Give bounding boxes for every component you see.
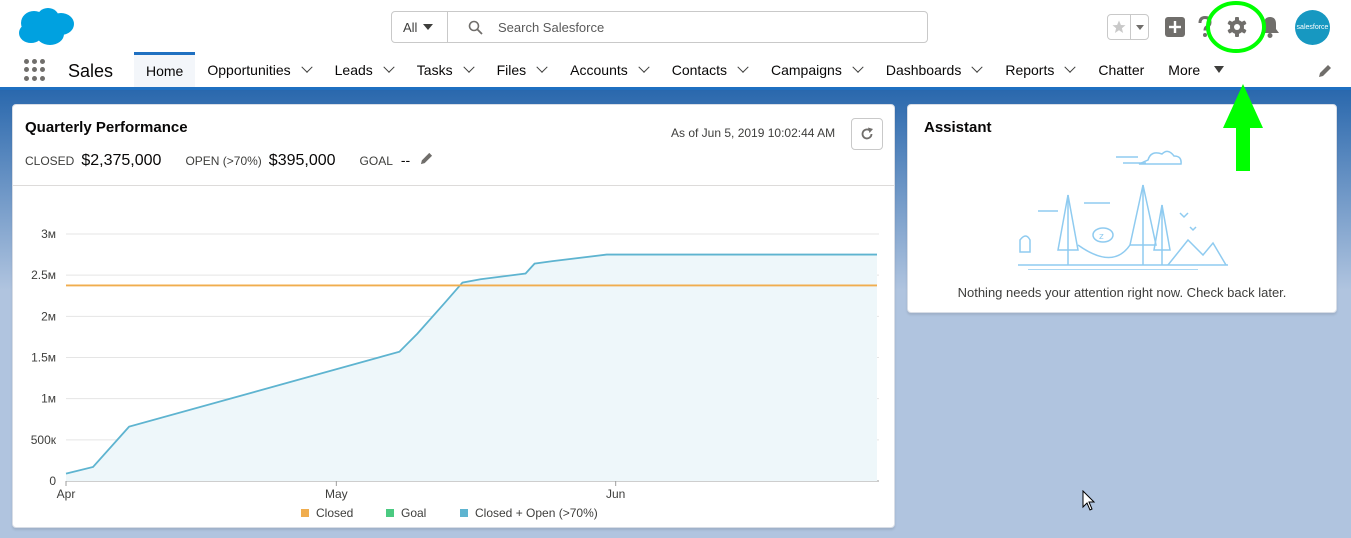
tab-label: Chatter — [1098, 61, 1145, 78]
chevron-down-icon[interactable] — [638, 61, 650, 73]
x-tick-label: Apr — [57, 487, 76, 501]
edit-nav-pencil-icon[interactable] — [1318, 64, 1332, 78]
y-tick-label: 2.5м — [31, 268, 56, 282]
global-add-icon[interactable] — [1164, 16, 1186, 38]
tab-files[interactable]: Files — [485, 52, 559, 87]
svg-text:z: z — [1099, 232, 1104, 242]
tab-label: Dashboards — [885, 61, 962, 78]
tab-label: Contacts — [671, 61, 727, 78]
assistant-title: Assistant — [924, 119, 992, 136]
chevron-down-icon[interactable] — [852, 61, 864, 73]
avatar-logo-text: salesforce — [1296, 24, 1329, 31]
legend-swatch — [460, 509, 468, 517]
y-tick-label: 1.5м — [31, 351, 56, 365]
chevron-down-icon[interactable] — [737, 61, 749, 73]
y-tick-label: 0 — [49, 474, 56, 488]
legend-swatch — [301, 509, 309, 517]
chevron-down-icon[interactable] — [1064, 61, 1077, 73]
search-input[interactable] — [498, 19, 878, 35]
tab-label: Opportunities — [207, 61, 291, 78]
closed-plus-open-area — [66, 254, 877, 481]
tab-label: Campaigns — [771, 61, 842, 78]
tab-accounts[interactable]: Accounts — [558, 52, 660, 87]
highlight-circle — [1206, 1, 1266, 53]
app-navigation-bar: Sales Home Opportunities Leads Tasks Fil… — [0, 52, 1351, 90]
tab-label: Leads — [334, 61, 373, 78]
tab-dashboards[interactable]: Dashboards — [874, 52, 994, 87]
search-scope-label: All — [403, 19, 418, 35]
user-avatar[interactable]: salesforce — [1295, 10, 1330, 45]
tab-contacts[interactable]: Contacts — [660, 52, 759, 87]
app-launcher-icon[interactable] — [24, 59, 46, 81]
chevron-down-icon[interactable] — [383, 61, 395, 73]
chevron-down-icon[interactable] — [971, 61, 983, 73]
tab-label: Tasks — [416, 61, 453, 78]
mouse-cursor-icon — [1082, 490, 1096, 511]
chevron-down-icon[interactable] — [462, 61, 475, 73]
y-tick-label: 500к — [31, 433, 57, 447]
y-tick-label: 2м — [41, 309, 56, 323]
global-search: All — [391, 11, 928, 43]
tab-opportunities[interactable]: Opportunities — [195, 52, 322, 87]
x-tick-label: May — [325, 487, 348, 501]
salesforce-logo[interactable] — [14, 6, 76, 48]
assistant-message: Nothing needs your attention right now. … — [957, 285, 1287, 300]
legend-label: Closed — [316, 506, 353, 520]
favorites-list-dropdown[interactable] — [1131, 15, 1148, 39]
annotation-arrow — [1223, 84, 1263, 171]
tab-campaigns[interactable]: Campaigns — [759, 52, 874, 87]
nav-tabs: Home Opportunities Leads Tasks Files Acc… — [134, 52, 1236, 87]
chevron-down-icon[interactable] — [300, 61, 313, 73]
tab-home[interactable]: Home — [134, 52, 196, 87]
highlight-annotation — [1206, 1, 1266, 171]
search-scope-dropdown[interactable]: All — [392, 12, 448, 42]
legend-swatch — [386, 509, 394, 517]
tab-tasks[interactable]: Tasks — [405, 52, 485, 87]
app-name: Sales — [68, 61, 114, 81]
tab-label: Reports — [1005, 61, 1055, 78]
tab-label: Accounts — [570, 61, 628, 78]
favorites-button-group — [1107, 14, 1149, 40]
tab-chatter[interactable]: Chatter — [1086, 52, 1156, 87]
performance-chart: 0 500к 1м 1.5м 2м 2.5м 3м Apr May Jun Closed Goal Cl… — [31, 227, 879, 520]
chevron-down-icon — [423, 24, 434, 30]
y-tick-label: 3м — [41, 227, 56, 241]
favorites-star-icon[interactable] — [1108, 15, 1131, 39]
tab-label: Files — [496, 61, 527, 78]
search-icon — [468, 20, 483, 35]
chevron-down-icon[interactable] — [536, 61, 548, 73]
y-tick-label: 1м — [41, 392, 56, 406]
quarterly-performance-card: Quarterly Performance As of Jun 5, 2019 … — [12, 104, 895, 528]
legend-label: Closed + Open (>70%) — [475, 506, 598, 520]
tab-reports[interactable]: Reports — [993, 52, 1086, 87]
tab-leads[interactable]: Leads — [323, 52, 405, 87]
global-header: All salesforc — [0, 0, 1351, 52]
x-tick-label: Jun — [606, 487, 625, 501]
tab-label: Home — [146, 63, 184, 79]
chevron-down-icon — [1135, 24, 1144, 30]
legend-label: Goal — [401, 506, 426, 520]
